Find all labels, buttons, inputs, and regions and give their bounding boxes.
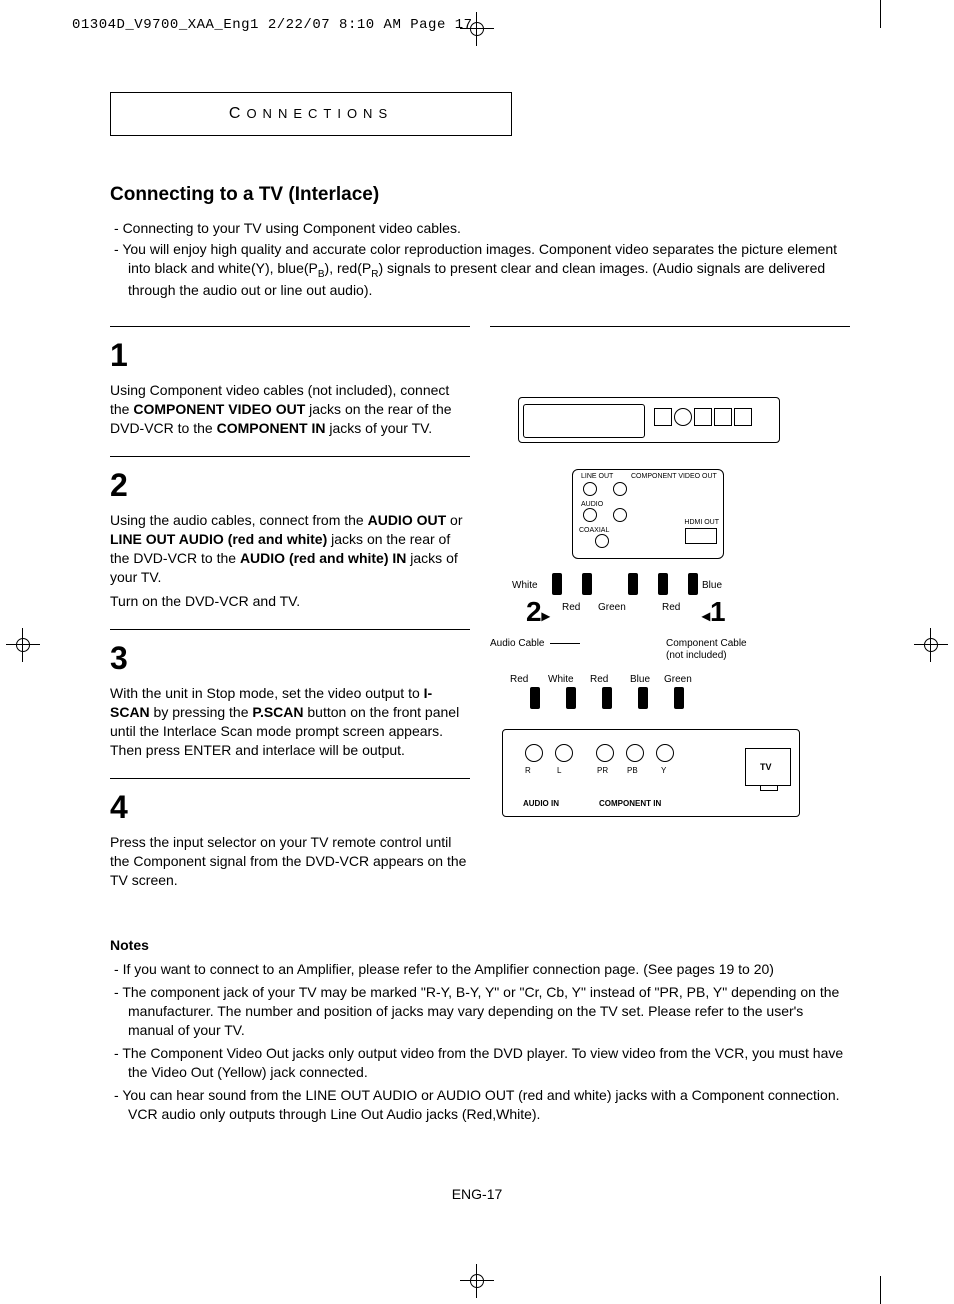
- plug-icon: [628, 573, 638, 595]
- color-label: Blue: [630, 673, 650, 687]
- tv-component-in-label: COMPONENT IN: [599, 799, 661, 810]
- registration-mark-icon: [914, 628, 948, 662]
- crop-guide: [880, 0, 881, 28]
- color-label: Green: [664, 673, 692, 687]
- step-4: 4 Press the input selector on your TV re…: [110, 778, 470, 890]
- step-text: Using the audio cables, connect from the…: [110, 511, 470, 587]
- color-label: Blue: [702, 579, 722, 593]
- cable-sublabel: (not included): [666, 649, 727, 663]
- callout-number-1: 1: [702, 593, 726, 631]
- registration-mark-icon: [6, 628, 40, 662]
- tv-audio-in-label: AUDIO IN: [523, 799, 559, 810]
- crop-guide: [880, 1276, 881, 1304]
- page-footer: ENG-17: [0, 1185, 954, 1204]
- callout-number-2: 2: [526, 593, 550, 631]
- intro-line: You will enjoy high quality and accurate…: [110, 240, 850, 300]
- step-number: 2: [110, 469, 470, 501]
- step-number: 4: [110, 791, 470, 823]
- plug-icon: [638, 687, 648, 709]
- color-label: Red: [510, 673, 528, 687]
- cable-label: Audio Cable: [490, 637, 544, 651]
- step-extra: Turn on the DVD-VCR and TV.: [110, 592, 470, 611]
- step-2: 2 Using the audio cables, connect from t…: [110, 456, 470, 611]
- color-label: Green: [598, 601, 626, 615]
- color-label: White: [512, 579, 538, 593]
- registration-mark-icon: [460, 1264, 494, 1298]
- color-label: Red: [590, 673, 608, 687]
- plug-icon: [674, 687, 684, 709]
- plug-icon: [658, 573, 668, 595]
- step-text: With the unit in Stop mode, set the vide…: [110, 684, 470, 760]
- page-title: Connecting to a TV (Interlace): [110, 182, 850, 208]
- dvd-vcr-rear-panel-icon: LINE OUT COMPONENT VIDEO OUT AUDIO COAXI…: [572, 469, 724, 559]
- notes-heading: Notes: [110, 936, 850, 955]
- note-item: You can hear sound from the LINE OUT AUD…: [110, 1086, 850, 1124]
- step-3: 3 With the unit in Stop mode, set the vi…: [110, 629, 470, 760]
- plug-icon: [566, 687, 576, 709]
- section-heading-box: CONNECTIONS: [110, 92, 512, 136]
- color-label: Red: [662, 601, 680, 615]
- plug-icon: [582, 573, 592, 595]
- note-item: The component jack of your TV may be mar…: [110, 983, 850, 1040]
- plug-icon: [688, 573, 698, 595]
- connection-diagram: LINE OUT COMPONENT VIDEO OUT AUDIO COAXI…: [490, 397, 810, 817]
- registration-mark-icon: [460, 12, 494, 46]
- intro-line: Connecting to your TV using Component vi…: [110, 219, 850, 238]
- color-label: White: [548, 673, 574, 687]
- step-number: 1: [110, 339, 470, 371]
- section-heading: ONNECTIONS: [246, 106, 393, 121]
- notes-section: Notes If you want to connect to an Ampli…: [110, 936, 850, 1124]
- plug-icon: [530, 687, 540, 709]
- step-number: 3: [110, 642, 470, 674]
- intro-block: Connecting to your TV using Component vi…: [110, 219, 850, 300]
- step-1: 1 Using Component video cables (not incl…: [110, 326, 470, 438]
- plug-icon: [602, 687, 612, 709]
- color-label: Red: [562, 601, 580, 615]
- print-slug: 01304D_V9700_XAA_Eng1 2/22/07 8:10 AM Pa…: [72, 16, 473, 35]
- tv-panel-icon: R L PR PB Y AUDIO IN COMPONENT IN TV: [502, 729, 800, 817]
- tv-icon: TV: [745, 748, 791, 786]
- step-text: Press the input selector on your TV remo…: [110, 833, 470, 890]
- plug-icon: [552, 573, 562, 595]
- dvd-vcr-front-icon: [518, 397, 780, 443]
- step-text: Using Component video cables (not includ…: [110, 381, 470, 438]
- note-item: The Component Video Out jacks only outpu…: [110, 1044, 850, 1082]
- note-item: If you want to connect to an Amplifier, …: [110, 960, 850, 979]
